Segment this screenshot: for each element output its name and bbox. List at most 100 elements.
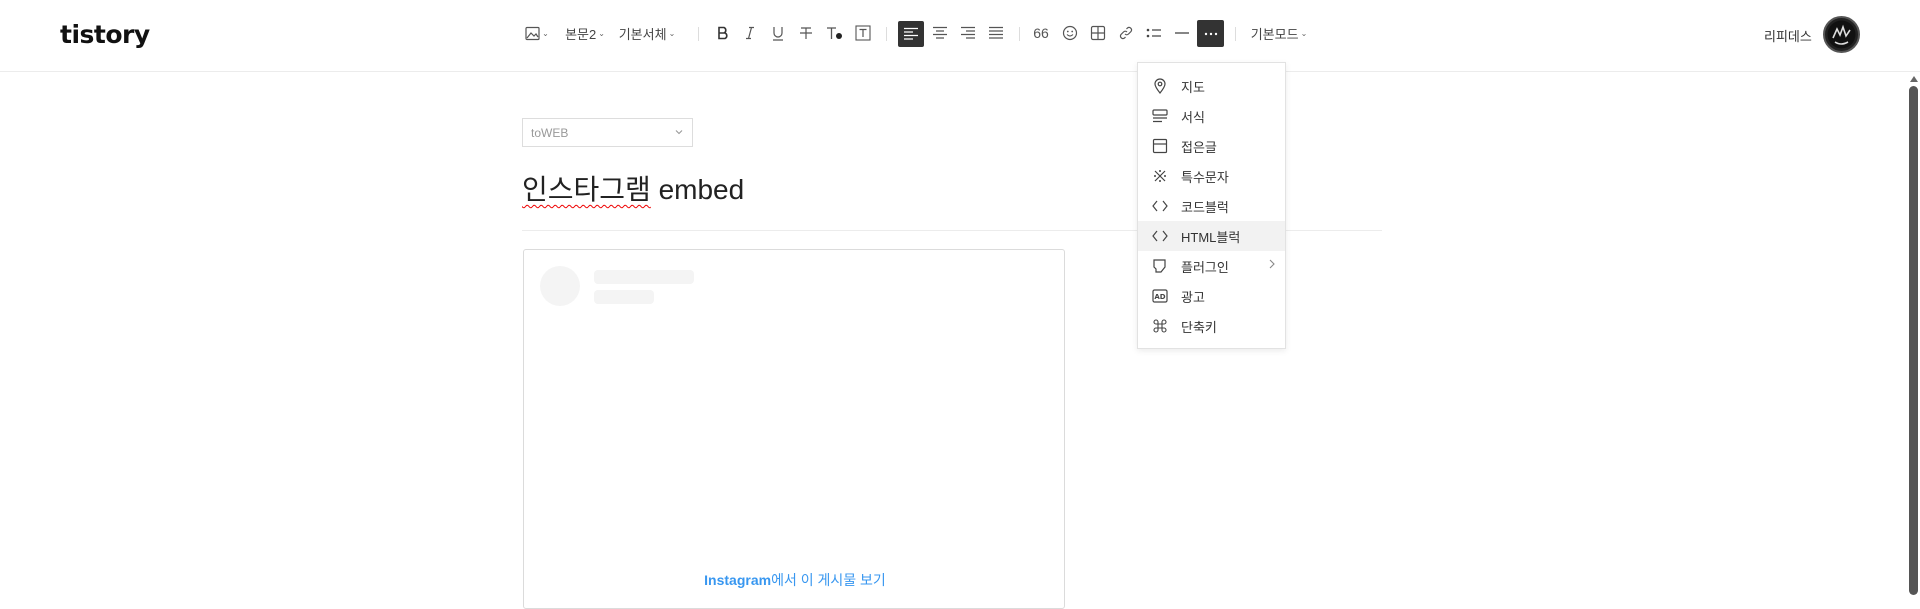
scrollbar-thumb[interactable] <box>1909 86 1918 595</box>
editor-mode-select[interactable]: 기본모드 ⌄ <box>1249 18 1309 48</box>
image-icon <box>525 26 540 41</box>
italic-button[interactable] <box>740 18 760 48</box>
map-pin-icon <box>1151 77 1169 95</box>
align-right-icon <box>960 26 976 40</box>
quote-icon: 66 <box>1033 25 1049 41</box>
menu-item-label: 지도 <box>1181 79 1205 95</box>
menu-item-fold-text[interactable]: 접은글 <box>1138 131 1285 161</box>
chevron-down-icon: ⌄ <box>598 28 605 38</box>
horizontal-line-icon <box>1174 31 1190 35</box>
menu-item-template[interactable]: 서식 <box>1138 101 1285 131</box>
menu-item-label: 접은글 <box>1181 139 1217 155</box>
align-left-button[interactable] <box>898 21 924 47</box>
post-title-text: embed <box>650 174 745 205</box>
instagram-embed-card[interactable]: Instagram에서 이 게시물 보기 <box>523 249 1065 609</box>
user-name[interactable]: 리피데스 <box>1764 26 1812 45</box>
editor-header: tistory ⌄ 본문2 ⌄ 기본서체 ⌄ 66 기본모드 ⌄ 리피데스 <box>0 0 1920 72</box>
insert-image-button[interactable]: ⌄ <box>522 18 552 48</box>
menu-item-label: 특수문자 <box>1181 169 1229 185</box>
menu-item-label: HTML블럭 <box>1181 229 1241 245</box>
menu-item-shortcuts[interactable]: 단축키 <box>1138 311 1285 341</box>
post-title-input[interactable]: 인스타그램 embed <box>522 168 744 208</box>
underline-button[interactable] <box>768 18 788 48</box>
more-button[interactable] <box>1197 20 1224 47</box>
toolbar-divider <box>698 27 699 41</box>
underline-icon <box>771 26 785 41</box>
strikethrough-icon <box>799 26 813 40</box>
special-char-icon <box>1151 167 1169 185</box>
code-icon <box>1151 197 1169 215</box>
bold-icon <box>716 26 730 40</box>
template-icon <box>1151 107 1169 125</box>
divider-line-button[interactable] <box>1171 18 1193 48</box>
align-justify-icon <box>988 26 1004 40</box>
link-icon <box>1118 25 1134 41</box>
bold-button[interactable] <box>713 18 733 48</box>
command-icon <box>1151 317 1169 335</box>
align-justify-button[interactable] <box>985 18 1007 48</box>
embed-avatar-placeholder <box>540 266 580 306</box>
menu-item-label: 광고 <box>1181 289 1205 305</box>
chevron-down-icon <box>674 126 684 140</box>
font-label: 기본서체 <box>618 26 667 42</box>
editor-mode-label: 기본모드 <box>1250 26 1299 42</box>
embed-text-placeholder <box>594 270 694 284</box>
tistory-logo[interactable]: tistory <box>60 20 150 49</box>
chevron-down-icon: ⌄ <box>542 28 549 38</box>
scroll-up-arrow[interactable] <box>1910 76 1918 82</box>
page-scrollbar[interactable] <box>1907 73 1920 595</box>
align-left-icon <box>903 27 919 41</box>
post-title-misspelled-word: 인스타그램 <box>522 174 651 205</box>
emoticon-button[interactable] <box>1059 18 1081 48</box>
ad-icon: AD <box>1151 287 1169 305</box>
link-button[interactable] <box>1115 18 1137 48</box>
font-select[interactable]: 기본서체 ⌄ <box>618 18 676 48</box>
svg-text:AD: AD <box>1154 293 1165 301</box>
toolbar-divider <box>886 27 887 41</box>
align-center-icon <box>932 26 948 40</box>
instagram-brand-text: Instagram <box>704 572 772 588</box>
menu-item-code-block[interactable]: 코드블럭 <box>1138 191 1285 221</box>
table-icon <box>1090 25 1106 41</box>
menu-item-plugin[interactable]: 플러그인 <box>1138 251 1285 281</box>
fold-text-icon <box>1151 137 1169 155</box>
text-color-icon <box>826 26 844 41</box>
toolbar-divider <box>1019 27 1020 41</box>
view-post-text: 에서 이 게시물 보기 <box>771 572 886 588</box>
align-right-button[interactable] <box>957 18 979 48</box>
plugin-icon <box>1151 257 1169 275</box>
text-color-button[interactable] <box>824 18 846 48</box>
table-button[interactable] <box>1087 18 1109 48</box>
bullet-list-icon <box>1146 26 1162 40</box>
align-center-button[interactable] <box>929 18 951 48</box>
embed-text-placeholder <box>594 290 654 304</box>
list-button[interactable] <box>1143 18 1165 48</box>
menu-item-label: 플러그인 <box>1181 259 1229 275</box>
chevron-down-icon: ⌄ <box>668 28 676 38</box>
toolbar-divider <box>1235 27 1236 41</box>
menu-item-label: 코드블럭 <box>1181 199 1229 215</box>
chevron-right-icon <box>1268 258 1276 272</box>
avatar[interactable] <box>1823 16 1860 53</box>
more-options-menu: 지도 서식 접은글 특수문자 코드블럭 HTML블럭 플러그인 AD 광고 단축… <box>1137 62 1286 349</box>
text-background-icon <box>855 25 871 41</box>
smiley-icon <box>1062 25 1078 41</box>
category-label: toWEB <box>531 126 569 140</box>
paragraph-style-select[interactable]: 본문2 ⌄ <box>563 18 607 48</box>
more-dots-icon <box>1203 32 1219 36</box>
menu-item-map[interactable]: 지도 <box>1138 71 1285 101</box>
strikethrough-button[interactable] <box>796 18 816 48</box>
menu-item-label: 단축키 <box>1181 319 1217 335</box>
menu-item-special-characters[interactable]: 특수문자 <box>1138 161 1285 191</box>
paragraph-style-label: 본문2 <box>565 26 597 42</box>
menu-item-ad[interactable]: AD 광고 <box>1138 281 1285 311</box>
view-on-instagram-link[interactable]: Instagram에서 이 게시물 보기 <box>524 570 1066 590</box>
menu-item-label: 서식 <box>1181 109 1205 125</box>
menu-item-html-block[interactable]: HTML블럭 <box>1138 221 1285 251</box>
code-icon <box>1151 227 1169 245</box>
category-select[interactable]: toWEB <box>522 118 693 147</box>
italic-icon <box>743 26 757 40</box>
text-background-button[interactable] <box>852 18 874 48</box>
quote-button[interactable]: 66 <box>1030 18 1052 48</box>
chevron-down-icon: ⌄ <box>1300 28 1308 38</box>
